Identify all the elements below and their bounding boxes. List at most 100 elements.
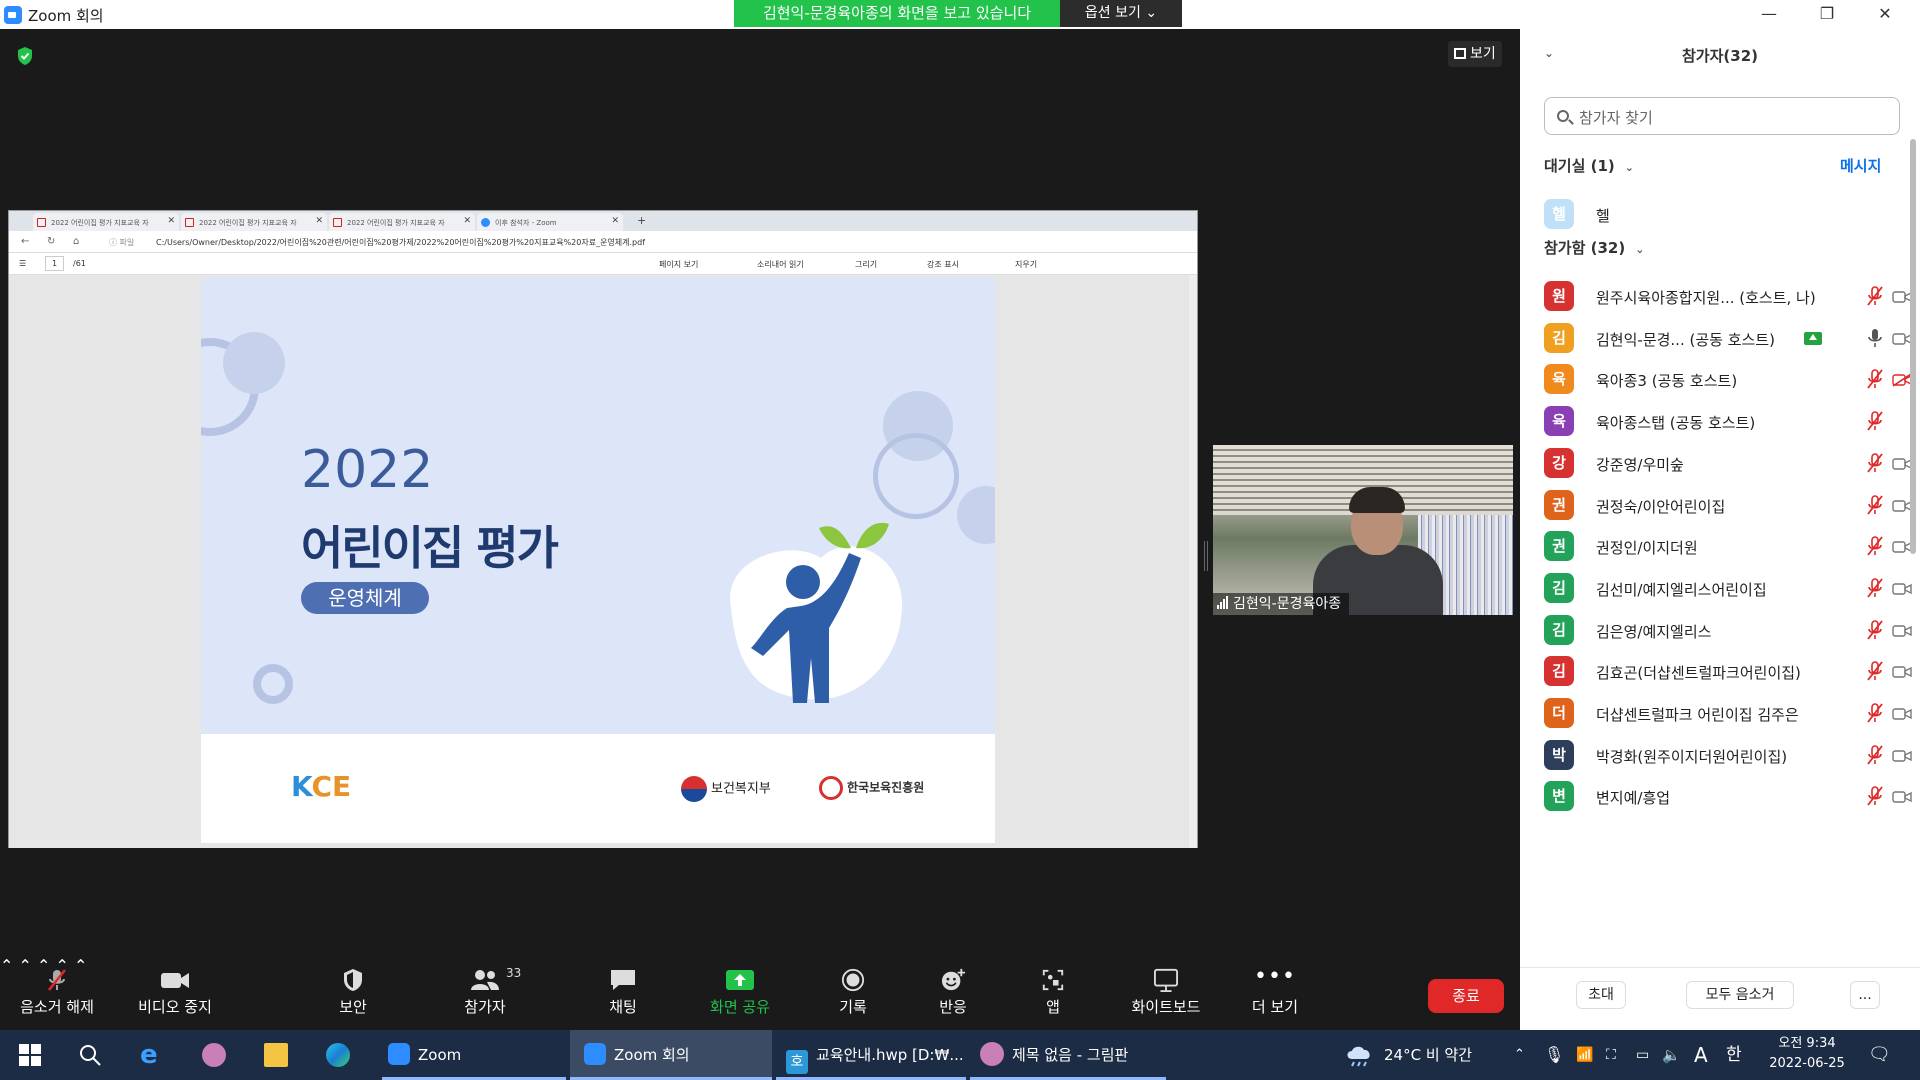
participant-row[interactable]: 권 권정숙/이안어린이집 [1544, 488, 1912, 528]
erase-button[interactable]: 지우기 [1015, 259, 1037, 270]
apps-button[interactable]: 앱 [1018, 956, 1088, 1030]
browser-tab[interactable]: 이후 참석자 - Zoom ✕ [477, 213, 623, 231]
minimize-button[interactable]: — [1746, 2, 1792, 26]
address-bar[interactable]: ← ↻ ⌂ ⓘ 파일 C:/Users/Owner/Desktop/2022/어… [9, 231, 1197, 253]
encryption-shield-icon[interactable] [16, 46, 34, 66]
mic-icon[interactable] [1866, 327, 1884, 349]
pdf-scrollbar[interactable] [1189, 275, 1197, 848]
camera-icon[interactable] [1892, 664, 1912, 678]
participant-row[interactable]: 김 김현익-문경... (공동 호스트) [1544, 321, 1912, 361]
panel-scrollbar[interactable] [1910, 139, 1916, 554]
participant-search-input[interactable]: 참가자 찾기 [1544, 97, 1900, 135]
microphone-tray-icon[interactable]: 🎙 [1544, 1030, 1564, 1080]
close-button[interactable]: ✕ [1862, 2, 1908, 26]
speaker-icon[interactable]: 🔈 [1662, 1030, 1681, 1080]
browser-tab[interactable]: 2022 어린이집 평가 지표교육 자 ✕ [33, 213, 179, 231]
close-tab-icon[interactable]: ✕ [167, 216, 175, 226]
mic-muted-icon[interactable] [1866, 744, 1884, 766]
paint-app-icon[interactable] [202, 1043, 226, 1067]
participant-row[interactable]: 변 변지예/흥업 [1544, 779, 1912, 819]
page-view-button[interactable]: 페이지 보기 [659, 259, 698, 270]
mic-muted-icon[interactable] [1866, 785, 1884, 807]
end-meeting-button[interactable]: 종료 [1428, 979, 1504, 1013]
camera-icon[interactable] [1892, 623, 1912, 637]
weather-text[interactable]: 24°C 비 약간 [1384, 1030, 1472, 1080]
mic-muted-icon[interactable] [1866, 535, 1884, 557]
record-button[interactable]: 기록 [818, 956, 888, 1030]
windows-start-icon[interactable] [18, 1043, 42, 1067]
read-aloud-button[interactable]: 소리내어 읽기 [757, 259, 804, 270]
panel-more-button[interactable]: ... [1850, 981, 1880, 1009]
page-number-input[interactable]: 1 [45, 256, 65, 271]
weather-rain-icon[interactable] [1344, 1043, 1376, 1067]
network-icon[interactable]: ⛶ [1606, 1030, 1616, 1080]
browser-tab[interactable]: 2022 어린이집 평가 지표교육 자 ✕ [329, 213, 475, 231]
mic-muted-icon[interactable] [1866, 702, 1884, 724]
camera-icon[interactable] [1892, 331, 1912, 345]
draw-button[interactable]: 그리기 [855, 259, 877, 270]
tray-expand-icon[interactable]: ⌃ [1514, 1030, 1525, 1080]
mic-muted-icon[interactable] [1866, 494, 1884, 516]
url-text[interactable]: C:/Users/Owner/Desktop/2022/어린이집%20관련/어린… [156, 237, 645, 248]
camera-icon[interactable] [1892, 789, 1912, 804]
camera-icon[interactable] [1892, 456, 1912, 470]
reload-icon[interactable]: ↻ [47, 236, 55, 247]
participant-row[interactable]: 육 육아종스탭 (공동 호스트) [1544, 404, 1900, 444]
whiteboard-button[interactable]: 화이트보드 [1124, 956, 1208, 1030]
view-button[interactable]: 보기 [1448, 41, 1502, 67]
share-screen-button[interactable]: 화면 공유 [702, 956, 778, 1030]
taskbar-clock[interactable]: 오전 9:34 2022-06-25 [1762, 1034, 1852, 1074]
in-meeting-header[interactable]: 참가함 (32) ⌄ [1544, 237, 1644, 258]
mute-all-button[interactable]: 모두 음소거 [1686, 981, 1794, 1009]
notification-icon[interactable]: 🗨 [1868, 1030, 1891, 1080]
close-tab-icon[interactable]: ✕ [315, 216, 323, 226]
browser-tab[interactable]: 2022 어린이집 평가 지표교육 자 ✕ [181, 213, 327, 231]
edge-browser-icon[interactable] [326, 1043, 350, 1067]
wifi-icon[interactable]: 📶 [1576, 1030, 1593, 1080]
shared-screen[interactable]: 2022 어린이집 평가 지표교육 자 ✕ 2022 어린이집 평가 지표교육 자… [8, 210, 1198, 848]
mic-muted-icon[interactable] [1866, 285, 1884, 307]
reactions-button[interactable]: 반응 [918, 956, 988, 1030]
waiting-room-header[interactable]: 대기실 (1) ⌄ [1544, 155, 1634, 176]
view-splitter-handle[interactable] [1204, 541, 1208, 571]
participant-row[interactable]: 강 강준영/우미숲 [1544, 446, 1912, 486]
waiting-participant-row[interactable]: 헬 헬 [1544, 197, 1900, 237]
video-tile[interactable]: 김현익-문경육아종 [1213, 445, 1513, 615]
taskbar-paint[interactable]: 제목 없음 - 그림판 [970, 1030, 1166, 1080]
back-icon[interactable]: ← [21, 236, 29, 247]
battery-icon[interactable]: ▭ [1636, 1030, 1649, 1080]
camera-icon[interactable] [1892, 289, 1912, 303]
taskbar-zoom-meeting[interactable]: Zoom 회의 [570, 1030, 772, 1080]
mic-muted-icon[interactable] [1866, 452, 1884, 474]
close-tab-icon[interactable]: ✕ [463, 216, 471, 226]
camera-icon[interactable] [1892, 581, 1912, 595]
view-options-button[interactable]: 옵션 보기 ⌄ [1060, 0, 1182, 27]
participant-row[interactable]: 더 더샵센트럴파크 어린이집 김주은 [1544, 696, 1912, 736]
mic-muted-icon[interactable] [1866, 660, 1884, 682]
ime-mode-han[interactable]: 한 [1726, 1030, 1742, 1080]
highlight-button[interactable]: 강조 표시 [927, 259, 959, 270]
unmute-button[interactable]: 음소거 해제 [14, 956, 100, 1030]
camera-icon[interactable] [1892, 748, 1912, 762]
mic-muted-icon[interactable] [1866, 619, 1884, 641]
mic-muted-icon[interactable] [1866, 577, 1884, 599]
contents-icon[interactable]: ☰ [19, 259, 26, 268]
camera-off-icon[interactable] [1892, 372, 1912, 388]
security-button[interactable]: 보안 [318, 956, 388, 1030]
file-explorer-icon[interactable] [264, 1043, 288, 1067]
more-button[interactable]: ••• 더 보기 [1240, 956, 1310, 1030]
participant-row[interactable]: 원 원주시육아종합지원... (호스트, 나) [1544, 279, 1912, 319]
new-tab-button[interactable]: + [637, 214, 646, 227]
restore-button[interactable]: ❐ [1804, 2, 1850, 26]
participant-row[interactable]: 박 박경화(원주이지더원어린이집) [1544, 738, 1912, 778]
camera-icon[interactable] [1892, 539, 1912, 553]
mic-muted-icon[interactable] [1866, 410, 1884, 432]
participant-row[interactable]: 육 육아종3 (공동 호스트) [1544, 362, 1912, 402]
ime-mode-a[interactable]: A [1694, 1030, 1708, 1080]
taskbar-hwp[interactable]: 호 교육안내.hwp [D:₩... [776, 1030, 966, 1080]
participant-row[interactable]: 권 권정인/이지더원 [1544, 529, 1912, 569]
message-waiting-room-link[interactable]: 메시지 [1840, 155, 1881, 176]
taskbar-search-icon[interactable] [78, 1043, 102, 1067]
camera-icon[interactable] [1892, 498, 1912, 512]
participant-row[interactable]: 김 김선미/예지엘리스어린이집 [1544, 571, 1912, 611]
